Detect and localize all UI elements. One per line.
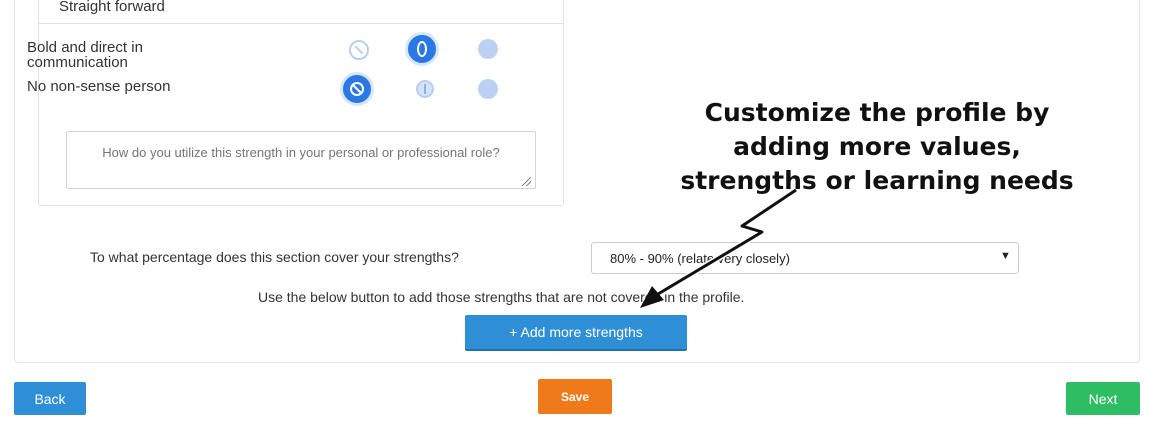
annotation-arrow-icon bbox=[640, 187, 798, 308]
